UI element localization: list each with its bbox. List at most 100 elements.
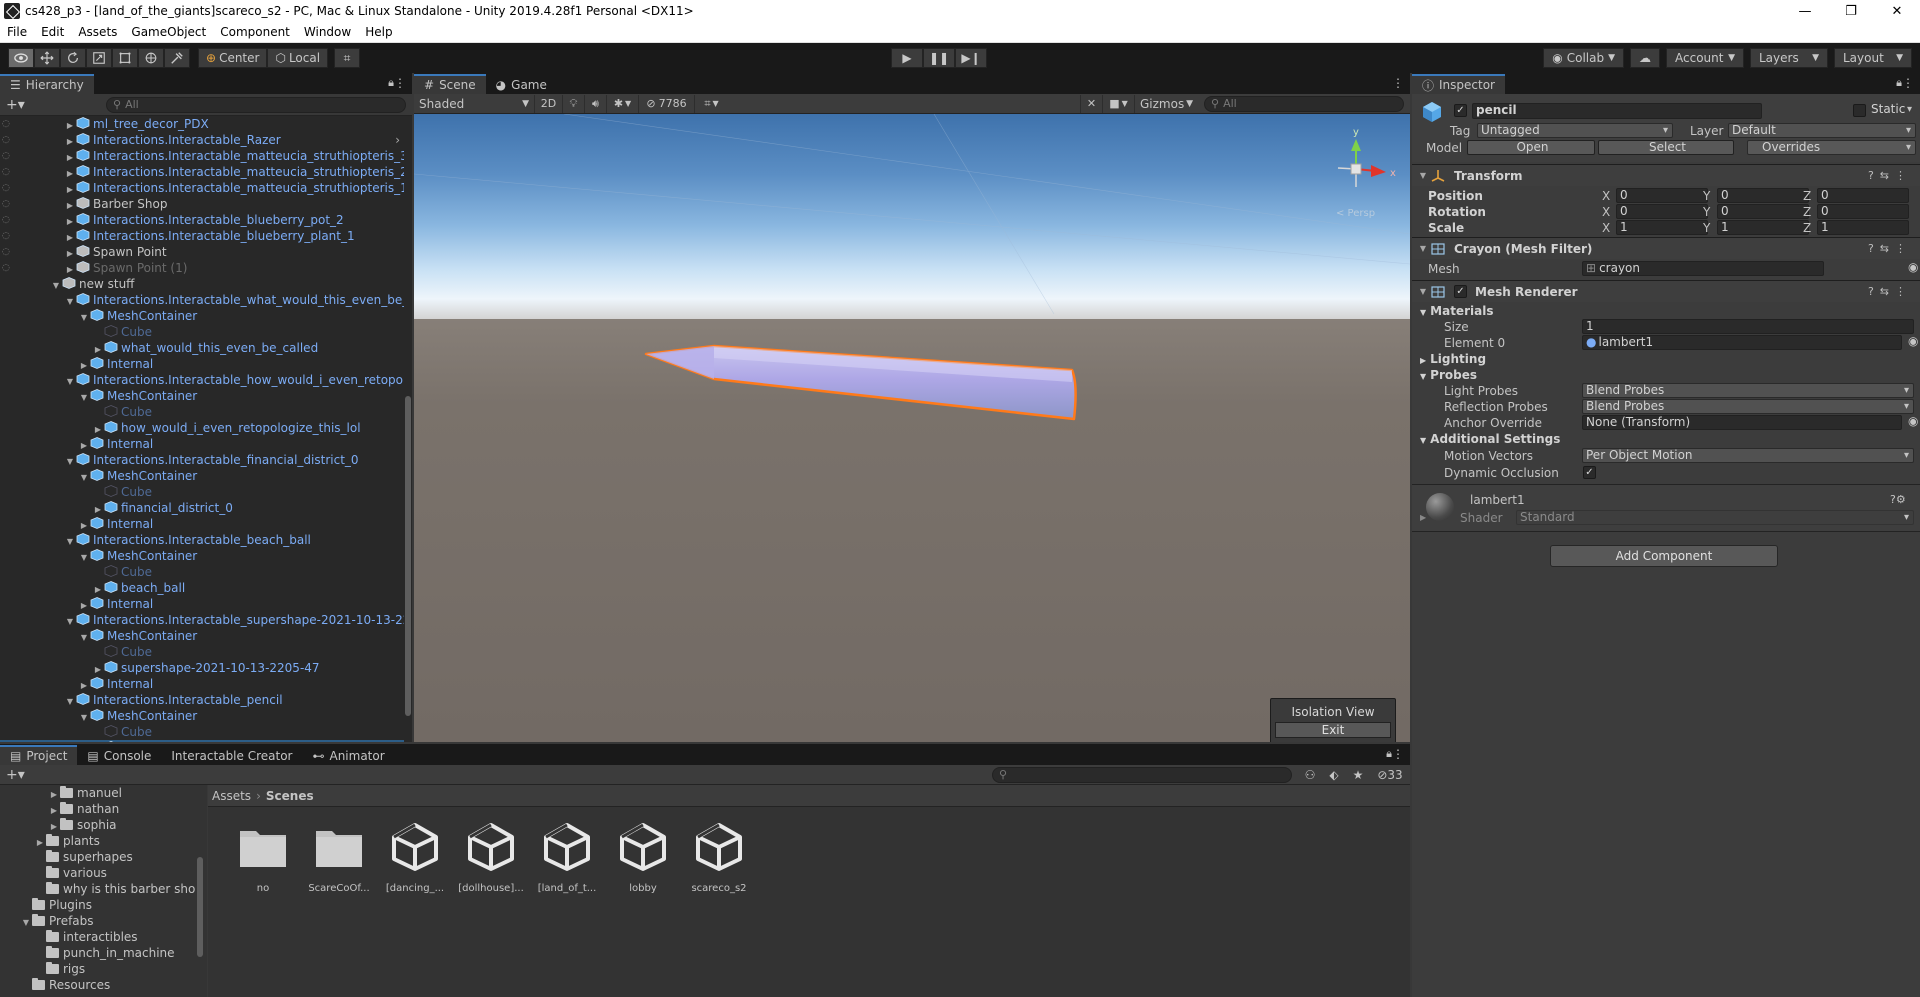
static-checkbox[interactable] [1853,104,1866,117]
project-folder-item[interactable]: ▶ nathan [0,801,207,817]
menu-component[interactable]: Component [213,25,297,39]
axis-label[interactable]: X [1602,189,1610,203]
hierarchy-scrollbar[interactable] [404,116,412,742]
hierarchy-item[interactable]: ▶ Internal [0,596,404,612]
reflection-probes-dropdown[interactable]: Blend Probes [1582,399,1914,414]
tab-project[interactable]: ▤ Project [0,745,78,765]
hierarchy-item[interactable]: ◌ ▶ Interactions.Interactable_matteucia_st… [0,164,404,180]
search-by-label-icon[interactable]: ⬖ [1322,768,1346,782]
visibility-icon[interactable]: ◌ [2,212,12,228]
object-picker-icon[interactable]: ◉ [1908,414,1918,428]
hierarchy-item[interactable]: ▼ MeshContainer [0,708,404,724]
project-folder-item[interactable]: ▶ sophia [0,817,207,833]
breadcrumb-assets[interactable]: Assets [212,789,251,803]
asset-scene[interactable]: lobby [608,819,678,894]
axis-label[interactable]: Z [1803,205,1811,219]
breadcrumb-scenes[interactable]: Scenes [266,789,314,803]
materials-foldout[interactable]: ▼ Materials [1420,304,1493,318]
asset-scene[interactable]: [land_of_t... [532,819,602,894]
hierarchy-item[interactable]: ▼ Interactions.Interactable_beach_ball [0,532,404,548]
collab-button[interactable]: ◉ Collab ▼ [1543,48,1624,68]
tab-hierarchy[interactable]: ☰ Hierarchy [0,74,94,94]
close-button[interactable]: ✕ [1874,0,1920,22]
dynamic-occlusion-checkbox[interactable]: ✓ [1583,466,1596,479]
position-y-field[interactable]: 0 [1717,188,1809,203]
hierarchy-search-input[interactable]: ⚲ All [106,96,406,113]
asset-folder[interactable]: no [228,819,298,894]
hierarchy-item[interactable]: ▼ MeshContainer [0,308,404,324]
rotation-z-field[interactable]: 0 [1817,204,1909,219]
hierarchy-item[interactable]: ◌ ▶ Interactions.Interactable_blueberry_po… [0,212,404,228]
project-folder-item[interactable]: rigs [0,961,207,977]
visibility-icon[interactable]: ◌ [2,196,12,212]
axis-label[interactable]: Y [1703,205,1710,219]
hierarchy-item[interactable]: Cube [0,644,404,660]
menu-window[interactable]: Window [297,25,358,39]
axis-label[interactable]: Y [1703,189,1710,203]
hierarchy-item[interactable]: ▼ MeshContainer [0,388,404,404]
audio-toggle[interactable]: 🔊︎ [584,94,606,113]
hierarchy-item[interactable]: ▼ new stuff [0,276,404,292]
transform-tool-button[interactable] [138,48,164,68]
material-help-icon[interactable]: ?⚙ [1890,493,1906,506]
hierarchy-item[interactable]: ◌ ▶ Barber Shop [0,196,404,212]
scene-viewport[interactable]: y x < Persp Isolation View Exit [414,114,1410,742]
hierarchy-item[interactable]: ▶ Internal [0,356,404,372]
maximize-button[interactable]: ❐ [1828,0,1874,22]
menu-gameobject[interactable]: GameObject [124,25,213,39]
kebab-menu-icon[interactable]: ⋮ [1392,76,1404,90]
visibility-icon[interactable]: ◌ [2,180,12,196]
visibility-icon[interactable]: ◌ [2,132,12,148]
step-button[interactable]: ▶❙ [955,48,987,68]
hierarchy-item[interactable]: ◌ ▶ Spawn Point (1) [0,260,404,276]
layout-dropdown[interactable]: Layout ▼ [1834,48,1912,68]
move-tool-button[interactable] [34,48,60,68]
tools-toggle[interactable]: ✕ [1080,94,1102,113]
position-z-field[interactable]: 0 [1817,188,1909,203]
hierarchy-item[interactable]: ▼ Interactions.Interactable_what_would_th… [0,292,404,308]
scale-z-field[interactable]: 1 [1817,220,1909,235]
active-checkbox[interactable]: ✓ [1454,104,1467,117]
visibility-icon[interactable]: ◌ [2,148,12,164]
asset-scene[interactable]: [dollhouse]... [456,819,526,894]
hierarchy-item[interactable]: ▶ Internal [0,516,404,532]
position-x-field[interactable]: 0 [1616,188,1708,203]
tab-game[interactable]: ◕ Game [485,74,557,94]
hierarchy-item[interactable]: ▼ Interactions.Interactable_supershape-20… [0,612,404,628]
hierarchy-item[interactable]: ▼ Interactions.Interactable_pencil [0,692,404,708]
hierarchy-item[interactable]: ▶ beach_ball [0,580,404,596]
visibility-icon[interactable]: ◌ [2,164,12,180]
additional-settings-foldout[interactable]: ▼ Additional Settings [1420,432,1560,446]
orientation-gizmo[interactable] [1337,139,1386,187]
axis-label[interactable]: Z [1803,189,1811,203]
custom-tool-button[interactable] [164,48,190,68]
tab-inspector[interactable]: ⓘ Inspector [1412,74,1505,94]
scrollbar-thumb[interactable] [197,857,203,957]
static-dropdown[interactable]: Static [1868,103,1916,118]
scene-visibility-toggle[interactable]: ⊘ 7786 [638,94,694,113]
effects-dropdown[interactable]: ✱ ▼ [606,94,638,113]
pivot-local-button[interactable]: ⬡ Local [267,48,329,68]
overrides-dropdown[interactable]: Overrides [1747,140,1916,155]
menu-edit[interactable]: Edit [34,25,71,39]
hierarchy-item[interactable]: ▶ Internal [0,436,404,452]
axis-label[interactable]: X [1602,205,1610,219]
probes-foldout[interactable]: ▼ Probes [1420,368,1477,382]
hierarchy-item[interactable]: ▶ Internal [0,676,404,692]
kebab-menu-icon[interactable]: ⋮ [1902,76,1914,90]
project-search-input[interactable]: ⚲ [992,766,1292,783]
hierarchy-item[interactable]: ▶ financial_district_0 [0,500,404,516]
tab-interactable-creator[interactable]: Interactable Creator [161,745,303,765]
hierarchy-item[interactable]: ▶ supershape-2021-10-13-2205-47 [0,660,404,676]
view-tool-button[interactable] [8,48,34,68]
scale-tool-button[interactable] [86,48,112,68]
create-plus-icon[interactable]: +▾ [6,97,28,113]
axis-label[interactable]: Z [1803,221,1811,235]
hierarchy-item[interactable]: ◌ ▶ Interactions.Interactable_matteucia_st… [0,148,404,164]
materials-size-field[interactable]: 1 [1582,319,1914,334]
element0-field[interactable]: ● lambert1 [1582,335,1902,350]
lighting-toggle[interactable]: 💡︎ [562,94,584,113]
play-button[interactable]: ▶ [891,48,923,68]
shader-dropdown[interactable]: Standard [1516,510,1914,525]
toggle-2d-button[interactable]: 2D [534,94,562,113]
